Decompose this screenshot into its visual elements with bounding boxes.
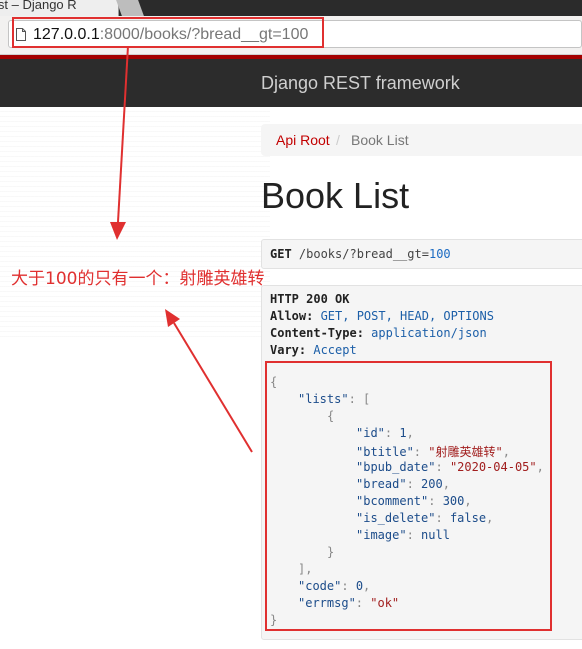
annotation-arrows <box>110 45 253 453</box>
arrow-up-left-icon <box>165 309 253 453</box>
arrow-down-icon <box>110 45 129 240</box>
